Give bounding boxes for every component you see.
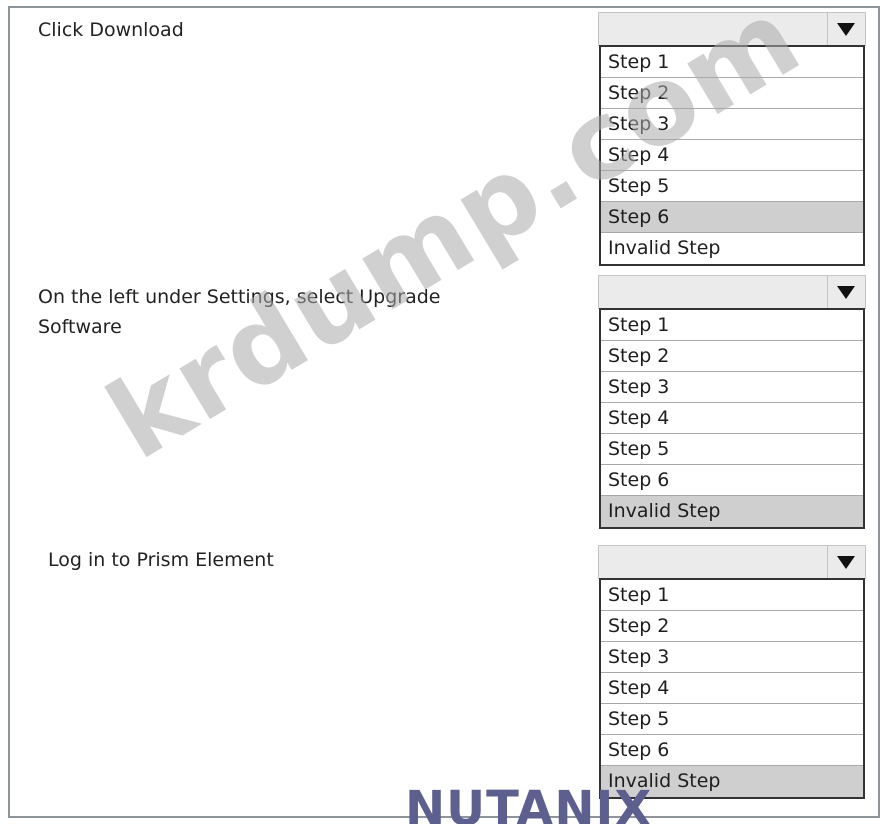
triangle-down-icon (837, 286, 855, 299)
options-list-1: Step 1 Step 2 Step 3 Step 4 Step 5 Step … (599, 45, 865, 266)
statement-1: Click Download (38, 19, 184, 41)
statement-2: On the left under Settings, select Upgra… (38, 286, 441, 338)
nutanix-logo: NUTANIX (405, 781, 653, 824)
option-step-2[interactable]: Step 2 (601, 611, 863, 642)
triangle-down-icon (837, 23, 855, 36)
option-step-3[interactable]: Step 3 (601, 372, 863, 403)
option-invalid-step[interactable]: Invalid Step (601, 496, 863, 527)
option-step-5[interactable]: Step 5 (601, 434, 863, 465)
option-invalid-step[interactable]: Invalid Step (601, 233, 863, 264)
option-step-2[interactable]: Step 2 (601, 341, 863, 372)
option-step-4[interactable]: Step 4 (601, 140, 863, 171)
option-step-5[interactable]: Step 5 (601, 171, 863, 202)
options-list-2: Step 1 Step 2 Step 3 Step 4 Step 5 Step … (599, 308, 865, 529)
option-step-4[interactable]: Step 4 (601, 673, 863, 704)
option-step-2[interactable]: Step 2 (601, 78, 863, 109)
dropdown-divider (827, 546, 828, 578)
triangle-down-icon (837, 556, 855, 569)
option-step-6[interactable]: Step 6 (601, 202, 863, 233)
option-step-5[interactable]: Step 5 (601, 704, 863, 735)
answer-dropdown-2[interactable] (598, 275, 866, 309)
answer-dropdown-3[interactable] (598, 545, 866, 579)
dropdown-divider (827, 276, 828, 308)
option-step-6[interactable]: Step 6 (601, 465, 863, 496)
option-step-1[interactable]: Step 1 (601, 47, 863, 78)
option-step-3[interactable]: Step 3 (601, 642, 863, 673)
option-step-6[interactable]: Step 6 (601, 735, 863, 766)
statement-3: Log in to Prism Element (48, 549, 274, 571)
answer-dropdown-1[interactable] (598, 12, 866, 46)
option-step-4[interactable]: Step 4 (601, 403, 863, 434)
option-step-3[interactable]: Step 3 (601, 109, 863, 140)
dropdown-divider (827, 13, 828, 45)
option-step-1[interactable]: Step 1 (601, 310, 863, 341)
option-step-1[interactable]: Step 1 (601, 580, 863, 611)
options-list-3: Step 1 Step 2 Step 3 Step 4 Step 5 Step … (599, 578, 865, 799)
